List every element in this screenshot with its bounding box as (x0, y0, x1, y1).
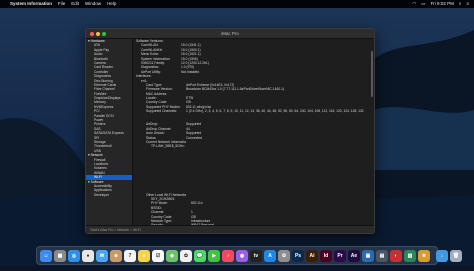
facetime-icon[interactable]: ▶ (208, 249, 220, 262)
premiere-icon[interactable]: Pr (334, 249, 346, 262)
trash-icon[interactable]: 🗑 (450, 249, 462, 262)
photos-icon[interactable]: ✿ (180, 249, 192, 262)
notes-icon[interactable]: ≡ (138, 249, 150, 262)
details-scrollbar[interactable] (371, 51, 373, 97)
dock: ☺ ▦ ◎ ● ✉ ☻ 7 ≡ ☑ ◆ ✿ 💬 ▶ ♪ ◉ tv A ⚙ Ps Ai Id Pr Ae ▣ ▤ ◐ ▥ ★ ↓ 🗑 (36, 246, 462, 265)
menu-window[interactable]: Window (85, 0, 101, 8)
illustrator-icon[interactable]: Ai (306, 249, 318, 262)
sidebar-item[interactable]: Developer (86, 193, 132, 197)
app-icon[interactable]: ▤ (376, 249, 388, 262)
detail-value: Connected (186, 135, 202, 140)
tv-icon[interactable]: tv (250, 249, 262, 262)
photoshop-icon[interactable]: Ps (292, 249, 304, 262)
sidebar: ▾ Hardware ATA Apple Pay Audio Bluetooth Came… (86, 39, 133, 225)
app-store-icon[interactable]: A (264, 249, 276, 262)
calendar-icon[interactable]: 7 (124, 249, 136, 262)
menu-bar: System Information File Edit Window Help… (0, 0, 474, 8)
app-icon[interactable]: ▣ (362, 249, 374, 262)
status-path-bar: Todd's iMac Pro > Network > Wi-Fi (86, 225, 374, 233)
app-icon[interactable]: ▥ (404, 249, 416, 262)
menu-help[interactable]: Help (107, 0, 116, 8)
window-title: iMac Pro (221, 31, 239, 36)
menu-edit[interactable]: Edit (71, 0, 79, 8)
messages-icon[interactable]: 💬 (194, 249, 206, 262)
wifi-status-icon[interactable]: ◠ (412, 0, 416, 8)
menu-bar-status-area: ◠ ▭ Fri 9:02 PM ⌕ ≡ (412, 0, 469, 8)
search-icon[interactable]: ⌕ (459, 0, 462, 8)
music-icon[interactable]: ♪ (222, 249, 234, 262)
launchpad-icon[interactable]: ▦ (54, 249, 66, 262)
detail-value: 1 (2.4 GHz), 2, 3, 4, 5, 6, 7, 8, 9, 10,… (186, 109, 364, 114)
menu-app-name[interactable]: System Information (10, 0, 52, 8)
safari-icon[interactable]: ◎ (68, 249, 80, 262)
mail-icon[interactable]: ✉ (96, 249, 108, 262)
podcasts-icon[interactable]: ◉ (236, 249, 248, 262)
app-icon[interactable]: ★ (418, 249, 430, 262)
detail-value: Broadcom BCM43xx 1.0 (7.77.111.1 AirPort… (186, 87, 285, 92)
indesign-icon[interactable]: Id (320, 249, 332, 262)
contacts-icon[interactable]: ☻ (110, 249, 122, 262)
finder-icon[interactable]: ☺ (40, 249, 52, 262)
chrome-icon[interactable]: ● (82, 249, 94, 262)
control-center-icon[interactable]: ≡ (466, 0, 469, 8)
battery-icon[interactable]: ▭ (421, 0, 425, 8)
details-pane: Software Versions: CoreWLAN: 15.0 (1541.1)… (133, 39, 374, 225)
system-information-window: iMac Pro ▾ Hardware ATA Apple Pay Audio Blue… (85, 28, 375, 234)
system-preferences-icon[interactable]: ⚙ (278, 249, 290, 262)
window-titlebar[interactable]: iMac Pro (86, 29, 374, 39)
menu-bar-clock[interactable]: Fri 9:02 PM (431, 0, 454, 8)
reminders-icon[interactable]: ☑ (152, 249, 164, 262)
after-effects-icon[interactable]: Ae (348, 249, 360, 262)
app-icon[interactable]: ◐ (390, 249, 402, 262)
detail-value: 802.11n (191, 201, 203, 206)
menu-file[interactable]: File (58, 0, 65, 8)
detail-value: Not Installed (181, 69, 200, 74)
downloads-folder-icon[interactable]: ↓ (436, 249, 448, 262)
maps-icon[interactable]: ◆ (166, 249, 178, 262)
